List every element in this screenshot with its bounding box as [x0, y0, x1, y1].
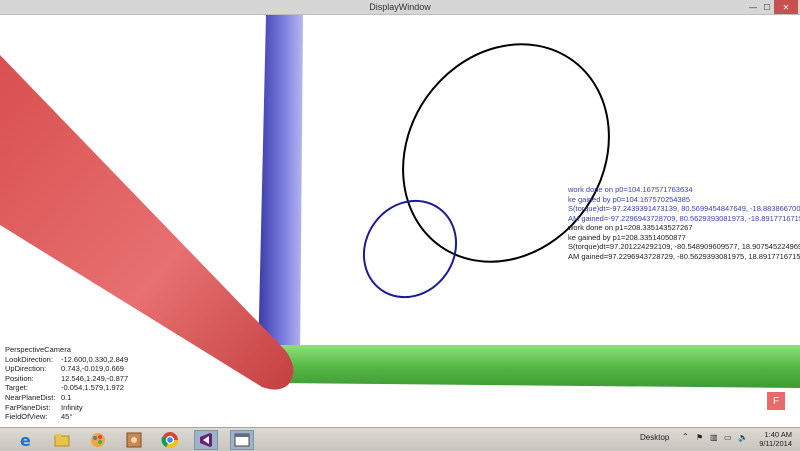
- system-clock[interactable]: 1:40 AM 9/11/2014: [759, 430, 792, 448]
- readout-line: ke gained by p1=208.33514050877: [568, 232, 686, 242]
- x-axis-cone: [0, 55, 294, 390]
- f-badge[interactable]: F: [767, 392, 785, 410]
- camera-value: 0.1: [61, 392, 72, 402]
- camera-value: Infinity: [61, 402, 83, 412]
- camera-value: 0.743,-0.019,0.669: [61, 364, 124, 374]
- minimize-button[interactable]: —: [746, 0, 760, 14]
- readout-line: S(torque)dt=-97.2439391473139, 80.569945…: [568, 204, 800, 213]
- flag-icon[interactable]: ⚑: [696, 433, 703, 442]
- camera-key: FarPlaneDist:: [5, 402, 51, 412]
- desktop-label[interactable]: Desktop: [640, 433, 669, 442]
- readout-line: work done on p0=104.167571763634: [568, 185, 693, 194]
- internet-explorer-icon[interactable]: e: [14, 430, 38, 450]
- clock-date: 9/11/2014: [759, 439, 792, 448]
- physics-readout: work done on p0=104.167571763634 ke gain…: [568, 185, 800, 261]
- network-icon[interactable]: ▥: [710, 433, 718, 442]
- 3d-viewport[interactable]: work done on p0=104.167571763634 ke gain…: [0, 15, 800, 427]
- readout-line: AM gained=97.2296943728729, -80.56293930…: [568, 251, 800, 261]
- window-title: DisplayWindow: [369, 2, 431, 12]
- window-controls: — ☐ ✕: [746, 0, 798, 14]
- camera-key: NearPlaneDist:: [5, 392, 56, 402]
- taskbar: e Desktop ⌃ ⚑ ▥ ▭ 🔈 1:40 AM 9/11/2014: [0, 427, 800, 451]
- readout-line: AM gained=-97.2296943728709, 80.56293930…: [568, 213, 800, 223]
- z-axis-bar: [258, 15, 303, 360]
- close-button[interactable]: ✕: [774, 0, 798, 14]
- readout-line: ke gained by p0=104.167570254385: [568, 194, 690, 204]
- visual-studio-icon[interactable]: [194, 430, 218, 450]
- title-bar: DisplayWindow — ☐ ✕: [0, 0, 800, 15]
- file-explorer-icon[interactable]: [50, 430, 74, 450]
- camera-key: Target:: [5, 383, 28, 393]
- camera-key: Position:: [5, 373, 34, 383]
- svg-text:e: e: [20, 431, 31, 449]
- camera-value: 45°: [61, 412, 73, 422]
- camera-value: -12.600,0.330,2.849: [61, 354, 129, 364]
- camera-key: LookDirection:: [5, 354, 53, 364]
- chrome-icon[interactable]: [158, 430, 182, 450]
- y-axis-bar: [275, 345, 800, 388]
- camera-value: -0.054,1.579,1.972: [61, 383, 124, 393]
- paint-icon[interactable]: [86, 430, 110, 450]
- camera-info-panel: PerspectiveCamera LookDirection: -12.600,…: [5, 345, 128, 422]
- camera-heading: PerspectiveCamera: [5, 345, 71, 354]
- tray-chevron-icon[interactable]: ⌃: [682, 432, 689, 441]
- readout-line: S(torque)dt=97.201224292109, -80.5489096…: [568, 242, 800, 251]
- maximize-button[interactable]: ☐: [760, 0, 774, 14]
- camera-value: 12.546,1.249,-0.877: [61, 373, 129, 383]
- readout-line: work done on p1=208.335143527267: [568, 223, 693, 232]
- display-window-app-icon[interactable]: [230, 430, 254, 450]
- battery-icon[interactable]: ▭: [724, 433, 732, 442]
- clock-time: 1:40 AM: [764, 430, 792, 439]
- camera-key: UpDirection:: [5, 364, 47, 374]
- camera-key: FieldOfView:: [5, 412, 48, 422]
- small-ellipse: [362, 199, 458, 299]
- picture-app-icon[interactable]: [122, 430, 146, 450]
- volume-icon[interactable]: 🔈: [738, 433, 748, 442]
